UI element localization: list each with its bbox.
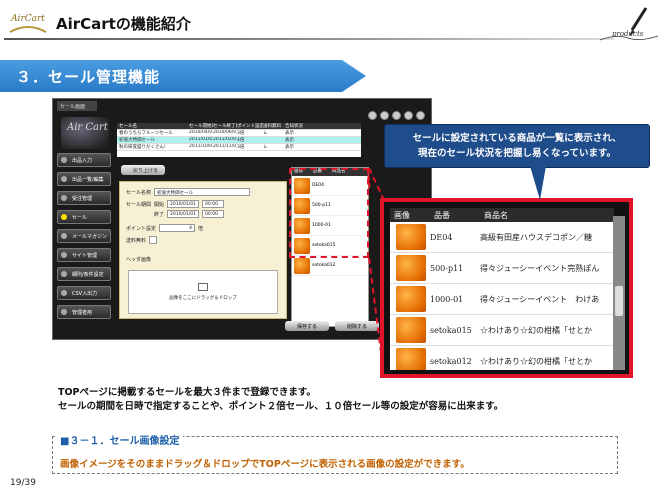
form-row-header-image: ヘッダ画像 — [126, 257, 152, 263]
table-row[interactable]: DE04 高級有田産ハウスデコポン／糖 — [390, 222, 614, 253]
description-line: セールの期間を日時で指定することや、ポイント２倍セール、１０倍セール等の設定が容… — [58, 401, 504, 412]
sidebar-item-sale[interactable]: セール — [57, 210, 111, 224]
table-row[interactable]: 秋の味覚盛りだくさん! 2011/10/01 2011/11/01 3倍レ表示 — [117, 144, 361, 151]
pen-caption: products — [612, 30, 644, 38]
sidebar-item[interactable]: 出品入力 — [57, 153, 111, 167]
orange-thumbnail — [294, 257, 310, 274]
form-row-shipping: 送料無料 — [126, 236, 158, 244]
window-button-icon[interactable] — [368, 111, 377, 120]
form-row-name: セール名称 初値大特価セール — [126, 188, 251, 196]
table-row[interactable]: setoka012 ☆わけあり☆幻の柑橘「せとか — [390, 346, 614, 370]
window-button-icon[interactable] — [392, 111, 401, 120]
delete-button[interactable]: 削除する — [335, 321, 379, 331]
orange-thumbnail — [396, 286, 426, 312]
sale-list-header: セール名セール開始日セール終了日ポイント設定送料無料告知状況 — [117, 123, 361, 130]
fountain-pen-icon: products — [599, 7, 659, 41]
table-row[interactable]: 500-p11 得々ジューシーイベント完熟ぽん — [390, 253, 614, 284]
page-header: AirCart AirCartの機能紹介 products — [0, 0, 666, 46]
sidebar-item[interactable]: CSV入出力 — [57, 286, 111, 300]
zoomed-table-header: 画像 品番 商品名 — [390, 208, 614, 222]
sidebar-item[interactable]: 管理者用 — [57, 305, 111, 319]
orange-thumbnail — [396, 224, 426, 250]
scrollbar-thumb[interactable] — [615, 286, 623, 316]
table-row[interactable]: setoka015 ☆わけあり☆幻の柑橘「せとか — [390, 315, 614, 346]
end-time-field[interactable]: 00:00 — [202, 210, 225, 218]
orange-thumbnail — [396, 348, 426, 370]
zoomed-product-list: 画像 品番 商品名 DE04 高級有田産ハウスデコポン／糖 500-p11 得々… — [380, 198, 633, 378]
header-divider — [4, 38, 614, 40]
back-button[interactable]: 戻り上げる — [121, 165, 165, 175]
callout-line: セールに設定されている商品が一覧に表示され、 — [412, 133, 622, 144]
end-date-field[interactable]: 2010/01/01 — [167, 210, 200, 218]
callout-pointer — [530, 166, 546, 200]
callout-line: 現在のセール状況を把握し易くなっています。 — [417, 148, 617, 159]
callout-box: セールに設定されている商品が一覧に表示され、 現在のセール状況を把握し易くなって… — [384, 124, 650, 168]
highlight-region — [289, 168, 369, 258]
point-field[interactable]: 4 — [159, 224, 196, 232]
sidebar-item[interactable]: 細則/条件設定 — [57, 267, 111, 281]
app-sidebar: 出品入力 出品一覧/編集 受注管理 セール メールマガジン サイト管理 細則/条… — [57, 153, 111, 324]
sale-form: セール名称 初値大特価セール セール期間 開始 2010/01/01 00:00… — [119, 181, 287, 319]
app-logo-text: Air Cart — [67, 122, 108, 133]
table-row[interactable]: 1000-01 得々ジューシーイベント わけあ — [390, 284, 614, 315]
sidebar-item[interactable]: サイト管理 — [57, 248, 111, 262]
window-button-icon[interactable] — [380, 111, 389, 120]
list-item[interactable]: setoka012 — [292, 256, 368, 276]
sidebar-item[interactable]: 出品一覧/編集 — [57, 172, 111, 186]
image-drop-zone[interactable]: 画像をここにドラッグ＆ドロップ — [128, 270, 278, 314]
form-row-start: セール期間 開始 2010/01/01 00:00 — [126, 200, 225, 208]
save-button[interactable]: 保存する — [285, 321, 329, 331]
section-title: ３．セール管理機能 — [16, 68, 161, 86]
window-button-icon[interactable] — [416, 111, 425, 120]
window-controls — [368, 111, 425, 120]
subsection-title: ■３－１．セール画像設定 — [56, 432, 184, 447]
page-title: AirCartの機能紹介 — [56, 15, 191, 33]
form-row-point: ポイント設定 4 倍 — [126, 224, 204, 232]
description: TOPページに掲載するセールを最大３件まで登録できます。 セールの期間を日時で指… — [58, 386, 503, 414]
table-row[interactable]: 春のうちらフルーツセール 2010/04/01 2010/06/01 3倍レ表示 — [117, 130, 361, 137]
orange-thumbnail — [396, 317, 426, 343]
sale-list: セール名セール開始日セール終了日ポイント設定送料無料告知状況 春のうちらフルーツ… — [117, 123, 361, 157]
sidebar-item[interactable]: メールマガジン — [57, 229, 111, 243]
sidebar-item[interactable]: 受注管理 — [57, 191, 111, 205]
app-tab[interactable]: セール画面 — [57, 101, 97, 111]
logo-text: AirCart — [10, 14, 45, 24]
app-window: セール画面 Air Cart 出品入力 出品一覧/編集 受注管理 セール メール… — [52, 98, 432, 340]
aircart-logo: AirCart — [9, 14, 47, 33]
page-number: 19/39 — [10, 478, 36, 488]
orange-thumbnail — [396, 255, 426, 281]
window-button-icon[interactable] — [404, 111, 413, 120]
table-row-selected[interactable]: 初値大特価セール 2011/01/01 2011/02/01 4倍 表示 — [117, 137, 361, 144]
subsection-text: 画像イメージをそのままドラッグ＆ドロップでTOPページに表示される画像の設定がで… — [60, 459, 470, 470]
image-icon — [198, 283, 208, 291]
description-line: TOPページに掲載するセールを最大３件まで登録できます。 — [58, 387, 316, 398]
sale-name-field[interactable]: 初値大特価セール — [154, 188, 251, 196]
shipping-checkbox[interactable] — [149, 236, 158, 244]
form-row-end: 終了 2010/01/01 00:00 — [154, 210, 225, 218]
zoomed-product-table: 画像 品番 商品名 DE04 高級有田産ハウスデコポン／糖 500-p11 得々… — [390, 208, 614, 370]
section-banner: ３．セール管理機能 — [0, 60, 366, 92]
zoomed-scrollbar[interactable] — [613, 216, 625, 370]
start-date-field[interactable]: 2010/01/01 — [167, 200, 200, 208]
start-time-field[interactable]: 00:00 — [202, 200, 225, 208]
